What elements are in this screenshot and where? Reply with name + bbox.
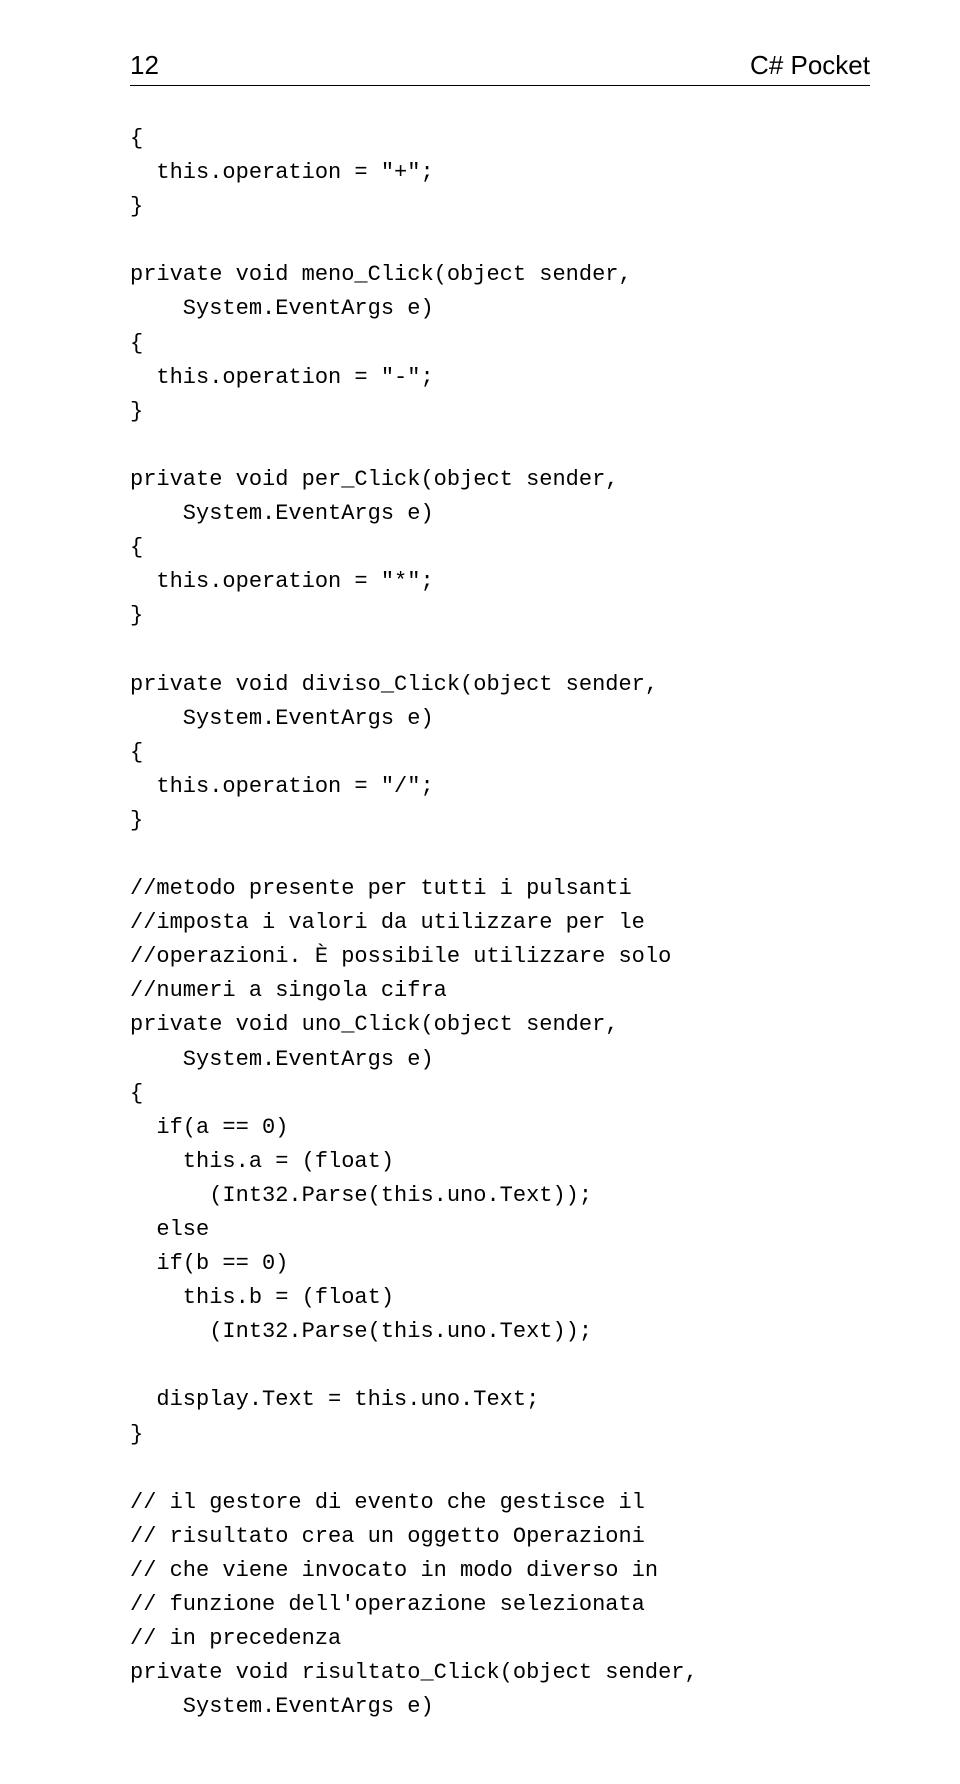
code-block: { this.operation = "+"; } private void m…: [130, 122, 870, 1724]
book-title: C# Pocket: [750, 50, 870, 81]
page-container: 12 C# Pocket { this.operation = "+"; } p…: [0, 0, 960, 1784]
page-header: 12 C# Pocket: [130, 50, 870, 86]
page-number: 12: [130, 50, 159, 81]
